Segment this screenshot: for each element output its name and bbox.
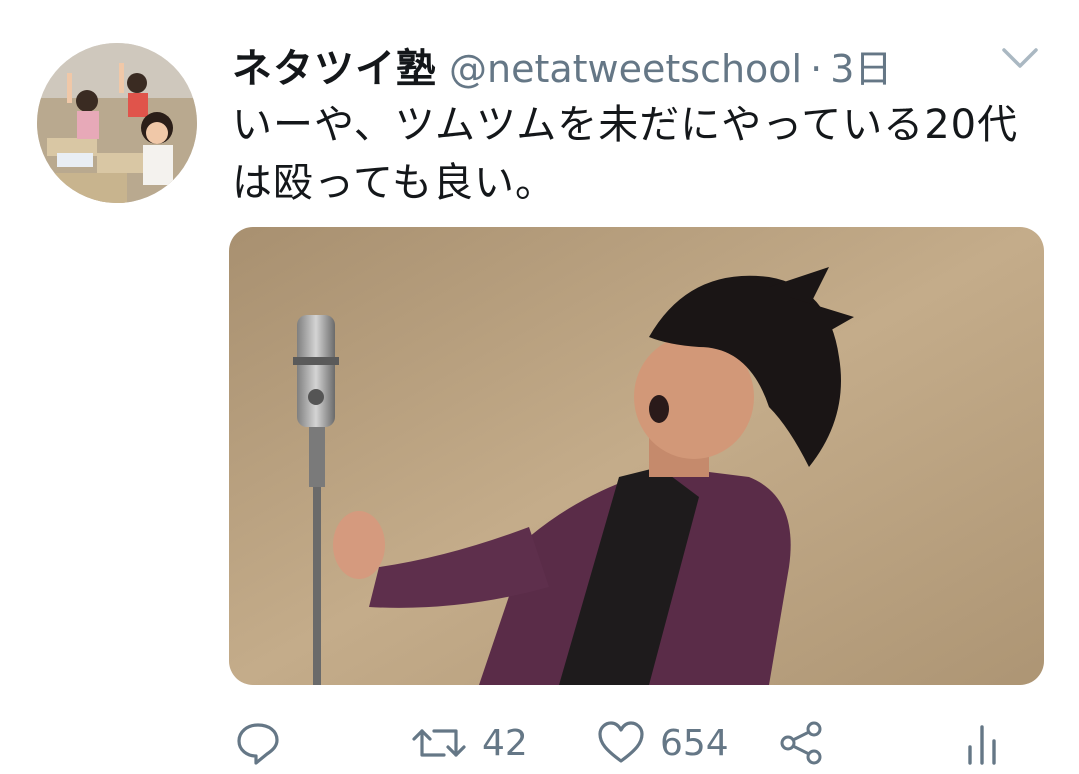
- tweet[interactable]: ネタツイ塾 @netatweetschool · 3日 いーや、ツムツムを未だに…: [0, 0, 1079, 774]
- singer-photo: [229, 227, 1044, 685]
- tweet-header: ネタツイ塾 @netatweetschool · 3日: [232, 36, 892, 92]
- reply-button[interactable]: [234, 712, 282, 774]
- retweet-button[interactable]: 42: [410, 712, 528, 774]
- avatar-image: [37, 43, 197, 203]
- like-count: 654: [660, 722, 729, 764]
- separator-dot: ·: [810, 47, 823, 91]
- analytics-button[interactable]: [960, 712, 1004, 774]
- display-name[interactable]: ネタツイ塾: [232, 36, 437, 94]
- analytics-icon: [960, 719, 1004, 767]
- retweet-count: 42: [482, 722, 528, 764]
- tweet-media[interactable]: [229, 227, 1044, 685]
- avatar[interactable]: [37, 43, 197, 203]
- share-button[interactable]: [776, 712, 826, 774]
- tweet-text: いーや、ツムツムを未だにやっている20代は殴っても良い。: [232, 102, 1019, 206]
- like-button[interactable]: 654: [596, 712, 729, 774]
- tweet-actions: 42 654: [0, 712, 1079, 774]
- user-handle[interactable]: @netatweetschool: [449, 47, 802, 91]
- retweet-icon: [410, 719, 468, 767]
- reply-icon: [234, 719, 282, 767]
- share-icon: [776, 719, 826, 767]
- heart-icon: [596, 719, 646, 767]
- chevron-down-icon[interactable]: [998, 40, 1042, 76]
- timestamp[interactable]: 3日: [830, 38, 892, 93]
